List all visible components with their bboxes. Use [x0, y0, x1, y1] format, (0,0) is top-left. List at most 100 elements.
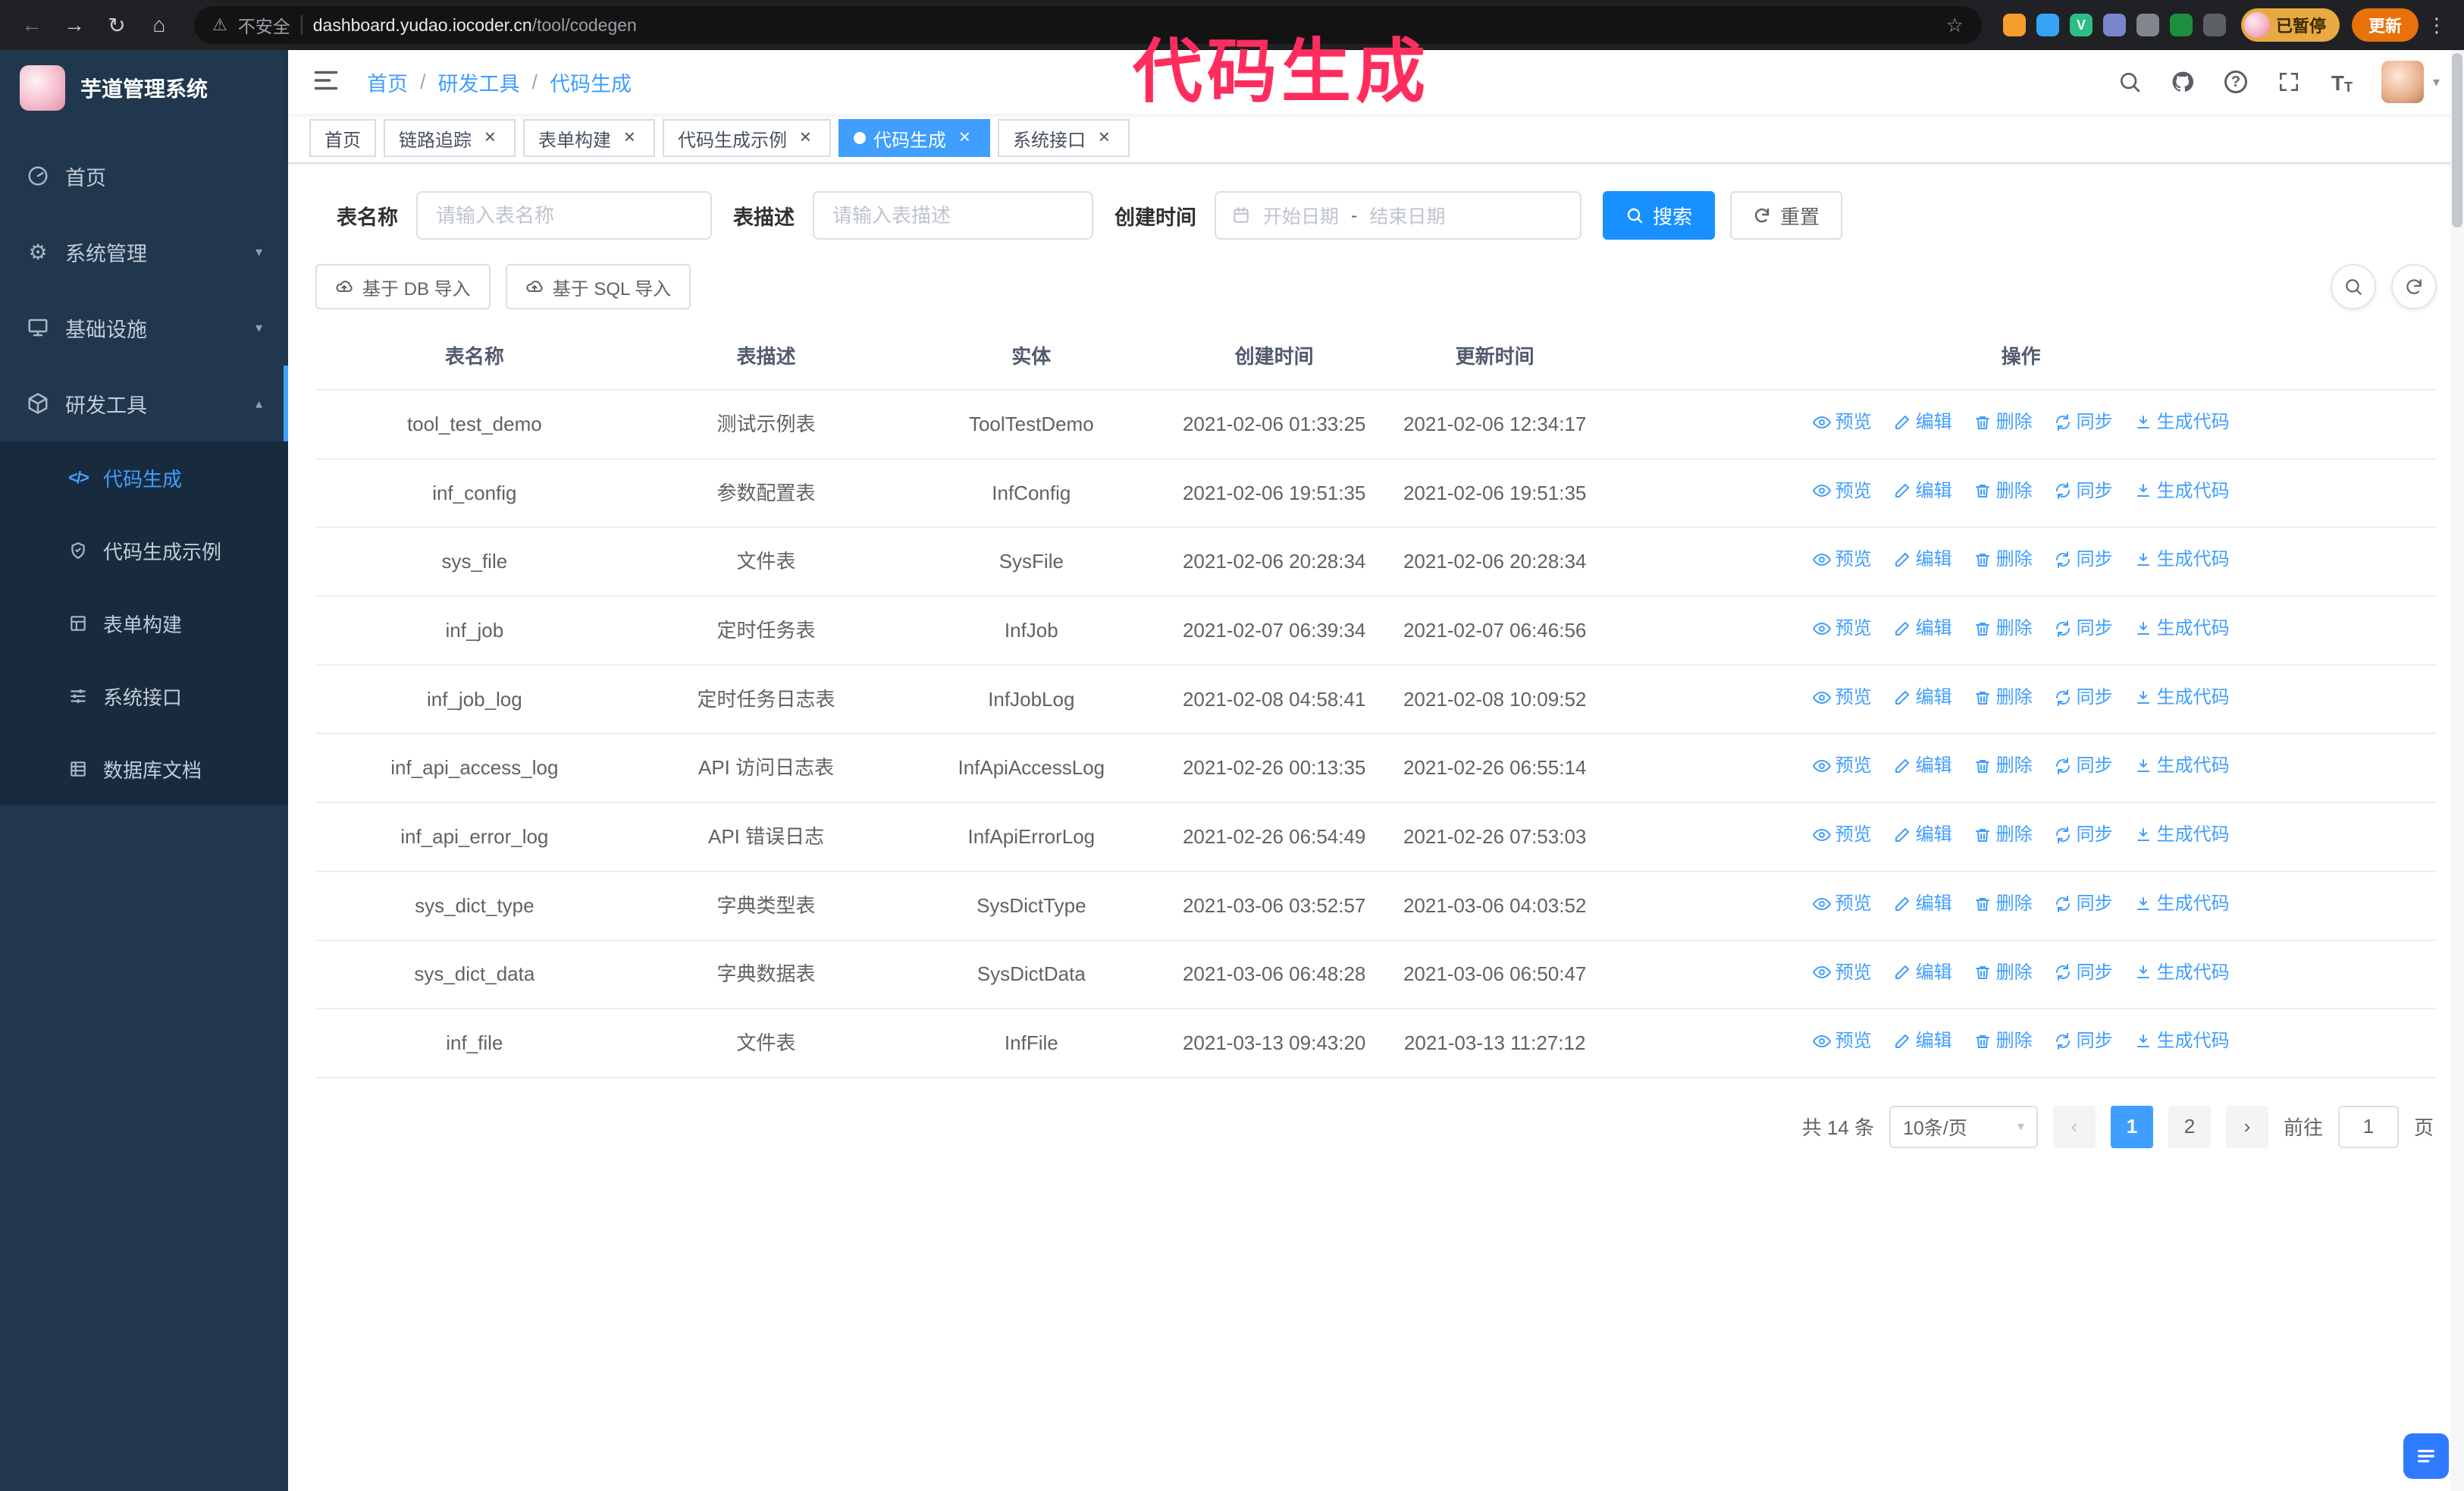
- generate-code-link[interactable]: 生成代码: [2134, 614, 2230, 644]
- delete-link[interactable]: 删除: [1973, 958, 2033, 988]
- sidebar-item-infra[interactable]: 基础设施 ▾: [0, 290, 288, 366]
- delete-link[interactable]: 删除: [1973, 614, 2033, 644]
- import-sql-button[interactable]: 基于 SQL 导入: [505, 264, 691, 309]
- prev-page-button[interactable]: ‹: [2052, 1105, 2096, 1148]
- preview-link[interactable]: 预览: [1812, 683, 1872, 713]
- sync-link[interactable]: 同步: [2054, 407, 2113, 438]
- generate-code-link[interactable]: 生成代码: [2134, 683, 2230, 713]
- sidebar-item-codegen[interactable]: </> 代码生成: [0, 441, 288, 514]
- refresh-table-button[interactable]: [2391, 264, 2437, 309]
- tab-close-icon[interactable]: ×: [479, 127, 500, 149]
- delete-link[interactable]: 删除: [1973, 545, 2033, 575]
- reset-button[interactable]: 重置: [1730, 191, 1843, 240]
- tab-home[interactable]: 首页: [309, 119, 376, 157]
- sidebar-item-home[interactable]: 首页: [0, 138, 288, 214]
- browser-forward-icon[interactable]: →: [55, 5, 94, 45]
- floating-widget-button[interactable]: [2403, 1433, 2449, 1479]
- extension-icon-vue[interactable]: V: [2069, 14, 2093, 36]
- sync-link[interactable]: 同步: [2054, 958, 2113, 988]
- sync-link[interactable]: 同步: [2054, 683, 2113, 713]
- bookmark-star-icon[interactable]: ☆: [1946, 14, 1964, 37]
- edit-link[interactable]: 编辑: [1893, 476, 1952, 507]
- table-desc-input[interactable]: [813, 191, 1093, 240]
- breadcrumb-home[interactable]: 首页: [367, 67, 408, 97]
- delete-link[interactable]: 删除: [1973, 476, 2033, 507]
- tab-close-icon[interactable]: ×: [1093, 127, 1114, 149]
- tab-api[interactable]: 系统接口 ×: [998, 119, 1130, 157]
- user-avatar[interactable]: ▾: [2381, 61, 2440, 103]
- sidebar-item-devtools[interactable]: 研发工具 ▴: [0, 366, 288, 441]
- edit-link[interactable]: 编辑: [1893, 614, 1952, 644]
- toggle-search-button[interactable]: [2331, 264, 2376, 309]
- tab-tracing[interactable]: 链路追踪 ×: [384, 119, 516, 157]
- tab-close-icon[interactable]: ×: [954, 127, 975, 149]
- preview-link[interactable]: 预览: [1812, 751, 1872, 781]
- tab-close-icon[interactable]: ×: [795, 127, 816, 149]
- sync-link[interactable]: 同步: [2054, 614, 2113, 644]
- preview-link[interactable]: 预览: [1812, 614, 1872, 644]
- preview-link[interactable]: 预览: [1812, 820, 1872, 850]
- generate-code-link[interactable]: 生成代码: [2134, 889, 2230, 919]
- preview-link[interactable]: 预览: [1812, 476, 1872, 507]
- sync-link[interactable]: 同步: [2054, 476, 2113, 507]
- extensions-puzzle[interactable]: [2202, 14, 2226, 36]
- generate-code-link[interactable]: 生成代码: [2134, 545, 2230, 575]
- font-size-icon[interactable]: TT: [2328, 68, 2356, 96]
- scrollbar-thumb[interactable]: [2452, 53, 2462, 228]
- edit-link[interactable]: 编辑: [1893, 889, 1952, 919]
- delete-link[interactable]: 删除: [1973, 889, 2033, 919]
- preview-link[interactable]: 预览: [1812, 1026, 1872, 1056]
- edit-link[interactable]: 编辑: [1893, 751, 1952, 781]
- generate-code-link[interactable]: 生成代码: [2134, 476, 2230, 507]
- edit-link[interactable]: 编辑: [1893, 407, 1952, 438]
- sidebar-item-db-doc[interactable]: 数据库文档: [0, 733, 288, 805]
- extension-icon-lightblue[interactable]: [2036, 14, 2059, 36]
- sidebar-item-system[interactable]: ⚙ 系统管理 ▾: [0, 214, 288, 290]
- delete-link[interactable]: 删除: [1973, 751, 2033, 781]
- preview-link[interactable]: 预览: [1812, 407, 1872, 438]
- sync-link[interactable]: 同步: [2054, 751, 2113, 781]
- sidebar-item-api[interactable]: 系统接口: [0, 660, 288, 733]
- next-page-button[interactable]: ›: [2225, 1105, 2268, 1148]
- delete-link[interactable]: 删除: [1973, 683, 2033, 713]
- generate-code-link[interactable]: 生成代码: [2134, 958, 2230, 988]
- extension-icon-green[interactable]: [2169, 14, 2193, 36]
- delete-link[interactable]: 删除: [1973, 407, 2033, 438]
- preview-link[interactable]: 预览: [1812, 889, 1872, 919]
- github-icon[interactable]: [2169, 68, 2196, 96]
- page-scrollbar[interactable]: [2450, 50, 2464, 1491]
- import-db-button[interactable]: 基于 DB 导入: [315, 264, 491, 309]
- fullscreen-icon[interactable]: [2275, 68, 2303, 96]
- tab-close-icon[interactable]: ×: [619, 127, 640, 149]
- delete-link[interactable]: 删除: [1973, 1026, 2033, 1056]
- edit-link[interactable]: 编辑: [1893, 820, 1952, 850]
- sidebar-toggle-icon[interactable]: [312, 67, 343, 97]
- generate-code-link[interactable]: 生成代码: [2134, 407, 2230, 438]
- generate-code-link[interactable]: 生成代码: [2134, 751, 2230, 781]
- sync-link[interactable]: 同步: [2054, 889, 2113, 919]
- search-icon[interactable]: [2116, 68, 2143, 96]
- edit-link[interactable]: 编辑: [1893, 545, 1952, 575]
- search-button[interactable]: 搜索: [1603, 191, 1716, 240]
- page-button-2[interactable]: 2: [2168, 1105, 2211, 1148]
- sidebar-item-codegen-demo[interactable]: 代码生成示例: [0, 514, 288, 587]
- extension-icon-gray[interactable]: [2136, 14, 2159, 36]
- edit-link[interactable]: 编辑: [1893, 683, 1952, 713]
- sync-link[interactable]: 同步: [2054, 1026, 2113, 1056]
- sync-link[interactable]: 同步: [2054, 545, 2113, 575]
- extension-icon-orange[interactable]: [2002, 14, 2026, 36]
- help-icon[interactable]: ?: [2222, 68, 2249, 96]
- sidebar-item-form-builder[interactable]: 表单构建: [0, 587, 288, 660]
- edit-link[interactable]: 编辑: [1893, 958, 1952, 988]
- generate-code-link[interactable]: 生成代码: [2134, 1026, 2230, 1056]
- page-button-1[interactable]: 1: [2110, 1105, 2153, 1148]
- tab-codegen[interactable]: 代码生成 ×: [839, 119, 990, 157]
- preview-link[interactable]: 预览: [1812, 545, 1872, 575]
- date-range-picker[interactable]: 开始日期 - 结束日期: [1215, 191, 1582, 240]
- browser-home-icon[interactable]: ⌂: [140, 5, 179, 45]
- generate-code-link[interactable]: 生成代码: [2134, 820, 2230, 850]
- preview-link[interactable]: 预览: [1812, 958, 1872, 988]
- page-size-select[interactable]: 10条/页 ▾: [1889, 1105, 2038, 1148]
- goto-page-input[interactable]: [2337, 1105, 2399, 1148]
- sync-link[interactable]: 同步: [2054, 820, 2113, 850]
